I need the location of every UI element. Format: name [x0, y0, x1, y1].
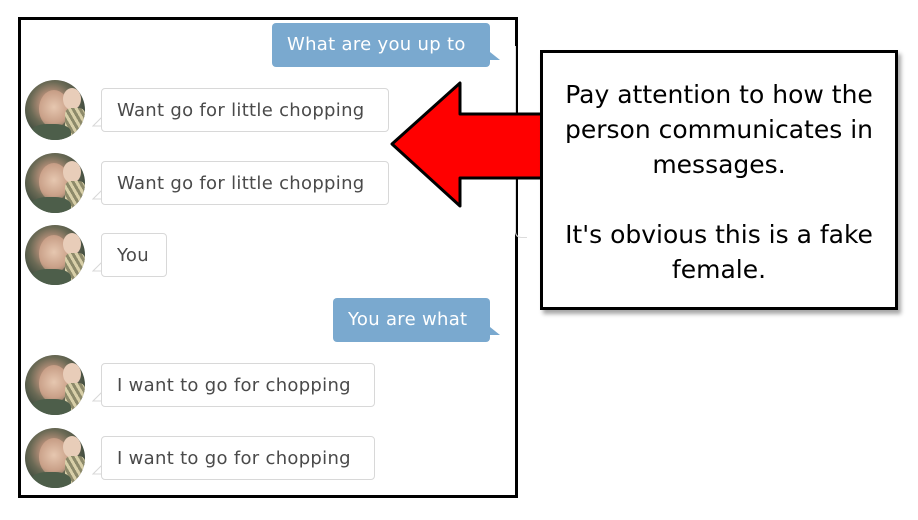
message-bubble: You — [101, 233, 167, 277]
bubble-tail — [490, 52, 500, 60]
contact-avatar[interactable] — [25, 80, 85, 140]
message-bubble: Want go for little chopping — [101, 161, 389, 205]
message-bubble: You are what — [333, 298, 490, 342]
contact-avatar[interactable] — [25, 428, 85, 488]
bubble-tail — [490, 327, 500, 335]
annotation-text-1: Pay attention to how the person communic… — [564, 80, 874, 179]
contact-avatar[interactable] — [25, 225, 85, 285]
contact-avatar[interactable] — [25, 355, 85, 415]
annotation-callout: Pay attention to how the person communic… — [540, 50, 898, 310]
left-arrow-icon — [390, 81, 548, 208]
message-bubble: Want go for little chopping — [101, 88, 389, 132]
annotation-text-2: It's obvious this is a fake female. — [565, 220, 873, 284]
message-bubble: What are you up to — [272, 23, 490, 67]
message-bubble: I want to go for chopping — [101, 363, 375, 407]
contact-avatar[interactable] — [25, 153, 85, 213]
message-bubble: I want to go for chopping — [101, 436, 375, 480]
